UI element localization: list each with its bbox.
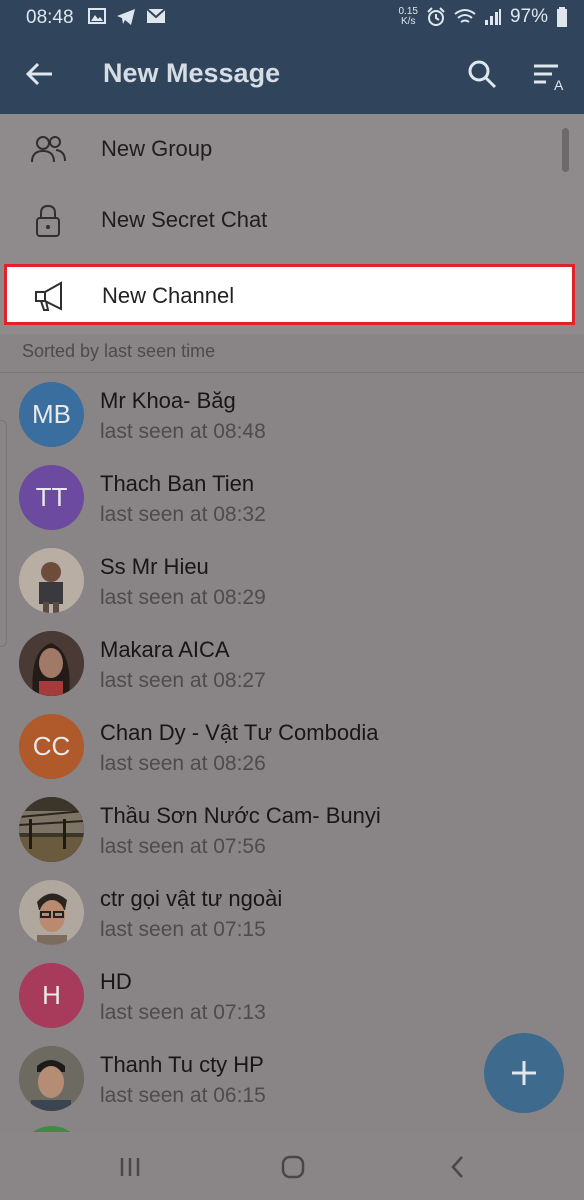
contact-last-seen: last seen at 07:13 — [100, 1001, 266, 1024]
contact-last-seen: last seen at 08:26 — [100, 752, 266, 775]
menu-item-label: New Channel — [102, 283, 235, 308]
avatar-photo — [19, 1046, 84, 1111]
avatar: TT — [19, 465, 84, 530]
child-photo-icon — [19, 548, 84, 613]
net-speed-unit: K/s — [401, 16, 416, 27]
man-glasses-photo-icon — [19, 880, 84, 945]
contact-name: Thanh Tu cty HP — [100, 1052, 264, 1077]
battery-icon — [557, 7, 567, 27]
divider — [0, 372, 584, 373]
woman-photo-icon — [19, 631, 84, 696]
lock-icon — [36, 204, 60, 237]
contact-name: Thầu Sơn Nước Cam- Bunyi — [100, 803, 381, 828]
contact-name: Thach Ban Tien — [100, 471, 255, 496]
contact-name: ctr gọi vật tư ngoài — [100, 886, 283, 911]
alarm-icon — [427, 7, 445, 26]
page-title: New Message — [103, 58, 281, 88]
contact-name: Ss Mr Hieu — [100, 554, 209, 579]
avatar-photo — [19, 880, 84, 945]
group-icon — [31, 136, 66, 163]
avatar-photo — [19, 797, 84, 862]
contact-row[interactable]: ctr gọi vật tư ngoài last seen at 07:15 — [0, 872, 584, 955]
sort-by-name-icon[interactable]: A — [532, 60, 568, 92]
menu-item-new-channel[interactable]: New Channel — [4, 264, 575, 325]
back-arrow-icon[interactable] — [24, 58, 56, 90]
megaphone-icon — [35, 281, 62, 311]
contact-name: HD — [100, 969, 132, 994]
recent-apps-icon[interactable] — [115, 1152, 145, 1182]
search-icon[interactable] — [466, 58, 498, 90]
menu-item-label: New Secret Chat — [101, 207, 268, 232]
net-speed: 0.15 K/s — [399, 7, 418, 27]
avatar: MB — [19, 382, 84, 447]
avatar: CC — [19, 714, 84, 779]
contact-row[interactable]: CC Chan Dy - Vật Tư Combodia last seen a… — [0, 706, 584, 789]
add-contact-button[interactable] — [484, 1033, 564, 1113]
contact-last-seen: last seen at 08:32 — [100, 503, 266, 526]
menu-item-new-secret-chat[interactable]: New Secret Chat — [0, 185, 584, 256]
contact-last-seen: last seen at 08:27 — [100, 669, 266, 692]
plus-icon — [512, 1061, 536, 1085]
app-toolbar: New Message A — [0, 36, 584, 114]
contact-row[interactable]: MB Mr Khoa- Băg last seen at 08:48 — [0, 374, 584, 457]
contact-name: Chan Dy - Vật Tư Combodia — [100, 720, 379, 745]
mail-icon — [146, 8, 166, 23]
avatar-photo — [19, 631, 84, 696]
contact-last-seen: last seen at 06:15 — [100, 1084, 266, 1107]
status-time: 08:48 — [26, 7, 74, 28]
home-icon[interactable] — [278, 1152, 308, 1182]
wifi-icon — [454, 9, 476, 23]
contact-last-seen: last seen at 08:48 — [100, 420, 266, 443]
contact-row[interactable]: Thầu Sơn Nước Cam- Bunyi last seen at 07… — [0, 789, 584, 872]
contact-name: Mr Khoa- Băg — [100, 388, 236, 413]
avatar: H — [19, 963, 84, 1028]
scrollbar[interactable] — [562, 128, 569, 172]
back-icon[interactable] — [443, 1152, 473, 1182]
system-icons: 0.15 K/s 97% — [399, 6, 569, 28]
contact-last-seen: last seen at 07:56 — [100, 835, 266, 858]
avatar-photo — [19, 548, 84, 613]
battery-percent: 97% — [509, 6, 548, 27]
contact-row[interactable]: Ss Mr Hieu last seen at 08:29 — [0, 540, 584, 623]
section-header: Sorted by last seen time — [22, 341, 216, 361]
contact-row[interactable]: Makara AICA last seen at 08:27 — [0, 623, 584, 706]
status-bar: 08:48 0.15 K/s 97% — [0, 0, 584, 36]
contact-row[interactable]: TT Thach Ban Tien last seen at 08:32 — [0, 457, 584, 540]
signal-icon — [484, 9, 501, 25]
building-photo-icon — [19, 797, 84, 862]
contact-last-seen: last seen at 07:15 — [100, 918, 266, 941]
telegram-icon — [117, 9, 135, 25]
contact-last-seen: last seen at 08:29 — [100, 586, 266, 609]
notification-icons — [88, 8, 166, 26]
contact-name: Makara AICA — [100, 637, 230, 662]
man-photo-icon — [19, 1046, 84, 1111]
svg-text:A: A — [554, 77, 564, 92]
menu-item-new-group[interactable]: New Group — [0, 114, 584, 185]
gallery-icon — [88, 8, 106, 24]
system-nav-bar — [0, 1132, 584, 1200]
menu-item-label: New Group — [101, 136, 213, 161]
contact-row[interactable]: H HD last seen at 07:13 — [0, 955, 584, 1038]
